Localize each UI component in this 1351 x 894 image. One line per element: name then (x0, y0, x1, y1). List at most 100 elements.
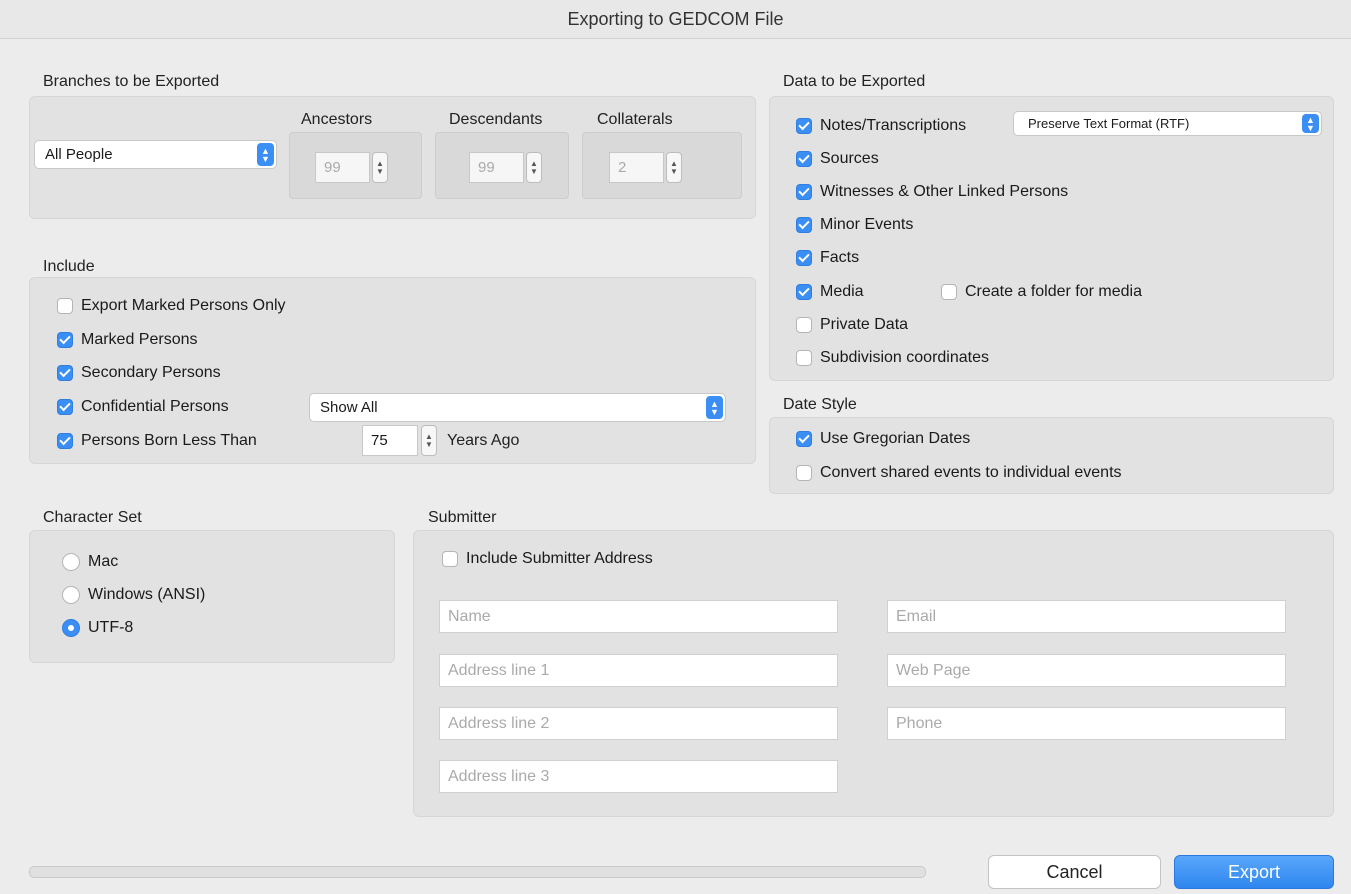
charset-radio-utf8[interactable]: UTF-8 (62, 619, 133, 637)
descendants-label: Descendants (449, 111, 543, 128)
ancestors-input[interactable]: 99 (315, 152, 370, 183)
radio-unselected-icon (62, 553, 80, 571)
secondary-persons-label: Secondary Persons (81, 364, 221, 381)
submitter-address3-field[interactable]: Address line 3 (439, 760, 838, 793)
media-checkbox[interactable]: Media (796, 283, 864, 301)
marked-persons-checkbox[interactable]: Marked Persons (57, 331, 198, 349)
confidential-select-value: Show All (320, 399, 378, 416)
checkbox-checked-icon (796, 184, 812, 200)
media-folder-checkbox[interactable]: Create a folder for media (941, 283, 1142, 301)
checkbox-unchecked-icon (442, 551, 458, 567)
gregorian-label: Use Gregorian Dates (820, 430, 971, 447)
born-less-than-label: Persons Born Less Than (81, 432, 257, 449)
media-folder-label: Create a folder for media (965, 283, 1142, 300)
submitter-name-field[interactable]: Name (439, 600, 838, 633)
charset-option-label: Windows (ANSI) (88, 586, 206, 603)
export-marked-only-label: Export Marked Persons Only (81, 297, 286, 314)
include-submitter-checkbox[interactable]: Include Submitter Address (442, 550, 653, 568)
notes-checkbox[interactable]: Notes/Transcriptions (796, 117, 966, 135)
checkbox-checked-icon (796, 284, 812, 300)
collaterals-input[interactable]: 2 (609, 152, 664, 183)
include-submitter-label: Include Submitter Address (466, 550, 653, 567)
facts-checkbox[interactable]: Facts (796, 249, 859, 267)
checkbox-checked-icon (796, 250, 812, 266)
export-button[interactable]: Export (1174, 855, 1334, 889)
gregorian-checkbox[interactable]: Use Gregorian Dates (796, 430, 970, 448)
checkbox-unchecked-icon (796, 465, 812, 481)
checkbox-checked-icon (796, 431, 812, 447)
chevron-updown-icon: ▲ ▼ (1302, 114, 1319, 133)
years-stepper[interactable]: ▲ ▼ (421, 425, 437, 456)
convert-shared-label: Convert shared events to individual even… (820, 464, 1122, 481)
checkbox-checked-icon (57, 433, 73, 449)
ancestors-label: Ancestors (301, 111, 373, 128)
branch-scope-value: All People (45, 146, 113, 163)
submitter-webpage-field[interactable]: Web Page (887, 654, 1286, 687)
window-title: Exporting to GEDCOM File (567, 9, 784, 29)
checkbox-checked-icon (57, 332, 73, 348)
data-section-label: Data to be Exported (783, 73, 926, 90)
confidential-persons-label: Confidential Persons (81, 398, 229, 415)
witnesses-checkbox[interactable]: Witnesses & Other Linked Persons (796, 183, 1068, 201)
charset-radio-windows[interactable]: Windows (ANSI) (62, 586, 205, 604)
confidential-select[interactable]: Show All ▲ ▼ (309, 393, 726, 422)
radio-unselected-icon (62, 586, 80, 604)
years-ago-label: Years Ago (447, 432, 520, 449)
collaterals-stepper[interactable]: ▲ ▼ (666, 152, 682, 183)
submitter-phone-field[interactable]: Phone (887, 707, 1286, 740)
charset-option-label: Mac (88, 553, 119, 570)
submitter-address1-field[interactable]: Address line 1 (439, 654, 838, 687)
facts-label: Facts (820, 249, 860, 266)
subdivision-checkbox[interactable]: Subdivision coordinates (796, 349, 989, 367)
date-style-group (769, 417, 1334, 494)
checkbox-checked-icon (57, 399, 73, 415)
data-group (769, 96, 1334, 381)
progress-bar (29, 866, 926, 878)
private-data-checkbox[interactable]: Private Data (796, 316, 908, 334)
witnesses-label: Witnesses & Other Linked Persons (820, 183, 1069, 200)
media-label: Media (820, 283, 864, 300)
branch-scope-select[interactable]: All People ▲ ▼ (34, 140, 277, 169)
minor-events-checkbox[interactable]: Minor Events (796, 216, 913, 234)
checkbox-unchecked-icon (796, 317, 812, 333)
descendants-stepper[interactable]: ▲ ▼ (526, 152, 542, 183)
chevron-updown-icon: ▲ ▼ (706, 396, 723, 419)
branches-section-label: Branches to be Exported (43, 73, 220, 90)
checkbox-unchecked-icon (57, 298, 73, 314)
submitter-section-label: Submitter (428, 509, 497, 526)
checkbox-checked-icon (796, 217, 812, 233)
date-style-section-label: Date Style (783, 396, 857, 413)
collaterals-label: Collaterals (597, 111, 673, 128)
subdivision-label: Subdivision coordinates (820, 349, 989, 366)
ancestors-stepper[interactable]: ▲ ▼ (372, 152, 388, 183)
notes-format-value: Preserve Text Format (RTF) (1028, 116, 1190, 131)
radio-selected-icon (62, 619, 80, 637)
export-marked-only-checkbox[interactable]: Export Marked Persons Only (57, 297, 286, 315)
notes-format-select[interactable]: Preserve Text Format (RTF) ▲ ▼ (1013, 111, 1322, 136)
notes-label: Notes/Transcriptions (820, 117, 967, 134)
sources-checkbox[interactable]: Sources (796, 150, 879, 168)
include-section-label: Include (43, 258, 95, 275)
private-data-label: Private Data (820, 316, 909, 333)
checkbox-checked-icon (57, 365, 73, 381)
submitter-address2-field[interactable]: Address line 2 (439, 707, 838, 740)
marked-persons-label: Marked Persons (81, 331, 198, 348)
minor-events-label: Minor Events (820, 216, 914, 233)
chevron-updown-icon: ▲ ▼ (257, 143, 274, 166)
convert-shared-checkbox[interactable]: Convert shared events to individual even… (796, 464, 1122, 482)
charset-radio-mac[interactable]: Mac (62, 553, 118, 571)
checkbox-checked-icon (796, 151, 812, 167)
cancel-button[interactable]: Cancel (988, 855, 1161, 889)
charset-section-label: Character Set (43, 509, 142, 526)
submitter-email-field[interactable]: Email (887, 600, 1286, 633)
checkbox-checked-icon (796, 118, 812, 134)
checkbox-unchecked-icon (941, 284, 957, 300)
born-less-than-checkbox[interactable]: Persons Born Less Than (57, 432, 257, 450)
charset-option-label: UTF-8 (88, 619, 134, 636)
secondary-persons-checkbox[interactable]: Secondary Persons (57, 364, 221, 382)
sources-label: Sources (820, 150, 879, 167)
years-input[interactable]: 75 (362, 425, 418, 456)
checkbox-unchecked-icon (796, 350, 812, 366)
confidential-persons-checkbox[interactable]: Confidential Persons (57, 398, 229, 416)
descendants-input[interactable]: 99 (469, 152, 524, 183)
